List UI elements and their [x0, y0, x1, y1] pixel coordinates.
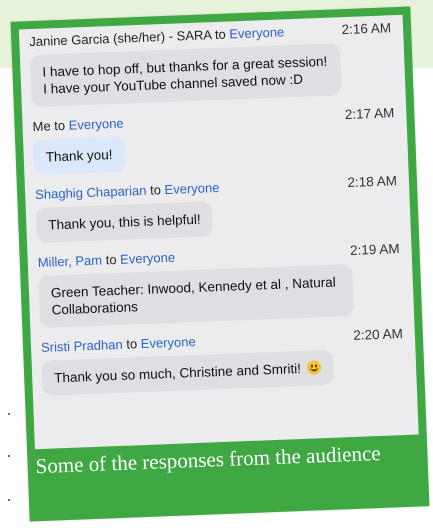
- message-bubble: Thank you, this is helpful!: [35, 201, 214, 244]
- message-time: 2:18 AM: [347, 173, 398, 191]
- screenshot-card: Janine Garcia (she/her) - SARA to Everyo…: [10, 6, 430, 522]
- own-message-bubble: Thank you!: [33, 136, 126, 176]
- chat-message: Sristi Pradhan to Everyone 2:20 AM Thank…: [31, 323, 417, 406]
- to-label: to: [214, 26, 227, 43]
- sender-name[interactable]: Miller, Pam: [38, 253, 103, 270]
- recipient-link[interactable]: Everyone: [120, 250, 175, 267]
- message-bubble: I have to hop off, but thanks for a grea…: [29, 43, 342, 108]
- chat-message: Miller, Pam to Everyone 2:19 AM Green Te…: [27, 238, 414, 338]
- message-time: 2:16 AM: [341, 20, 392, 38]
- message-text: Thank you so much, Christine and Smriti!: [53, 360, 302, 386]
- recipient-link[interactable]: Everyone: [164, 180, 219, 197]
- message-time: 2:19 AM: [349, 241, 400, 258]
- message-time: 2:20 AM: [353, 326, 404, 343]
- sender-name: Me: [32, 118, 51, 135]
- slide-edge-marks: [0, 395, 20, 528]
- sender-name[interactable]: Sristi Pradhan: [41, 337, 123, 355]
- chat-panel: Janine Garcia (she/her) - SARA to Everyo…: [18, 14, 419, 450]
- chat-message: Janine Garcia (she/her) - SARA to Everyo…: [19, 15, 406, 117]
- to-label: to: [149, 182, 162, 198]
- slide: Janine Garcia (she/her) - SARA to Everyo…: [0, 0, 433, 528]
- to-label: to: [53, 117, 66, 134]
- recipient-link[interactable]: Everyone: [229, 24, 284, 41]
- sender-name: Janine Garcia (she/her) - SARA: [29, 27, 212, 50]
- to-label: to: [105, 251, 117, 268]
- smiling-face-emoji-icon: [306, 360, 321, 375]
- recipient-link[interactable]: Everyone: [68, 116, 123, 133]
- message-bubble: Green Teacher: Inwood, Kennedy et al , N…: [38, 263, 355, 328]
- recipient-link[interactable]: Everyone: [140, 334, 195, 351]
- sender-name[interactable]: Shaghig Chaparian: [35, 183, 147, 202]
- message-time: 2:17 AM: [344, 105, 395, 123]
- to-label: to: [126, 336, 138, 352]
